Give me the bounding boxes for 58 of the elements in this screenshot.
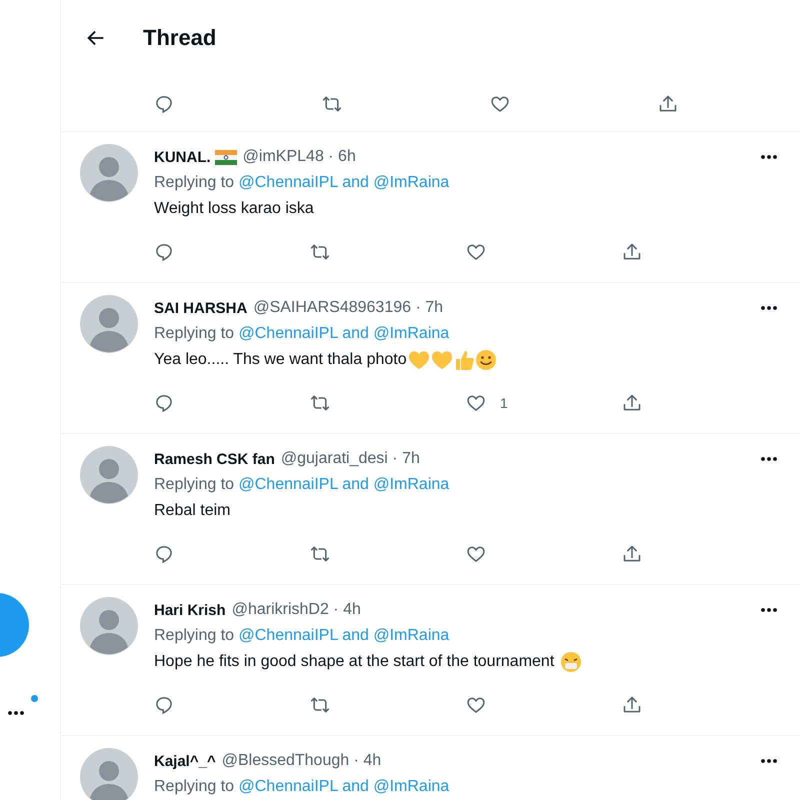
user-name[interactable]: Hari Krish [154,602,226,618]
tweet-text: Rebal teim [154,502,230,520]
avatar[interactable] [80,295,138,353]
sick-face-icon [560,651,582,673]
reply-icon[interactable] [154,242,174,262]
avatar[interactable] [80,597,138,655]
handle-and-time: @imKPL48 · 6h [242,148,356,166]
share-icon[interactable] [622,393,642,413]
retweet-icon[interactable] [310,242,330,262]
reply-icon[interactable] [154,94,174,114]
thumbs-up-icon [454,349,474,371]
tweet-text: Weight loss karao iska [154,200,314,218]
user-name[interactable]: KUNAL. [154,148,211,166]
retweet-icon[interactable] [310,544,330,564]
like-icon[interactable] [466,544,486,564]
reply-icon[interactable] [154,695,174,715]
more-icon[interactable] [760,758,778,764]
handle-and-time: @BlessedThough · 4h [222,752,382,770]
handle-and-time: @harikrishD2 · 4h [232,601,361,619]
user-name[interactable]: Kajal^_^ [154,752,216,770]
like-icon[interactable] [466,695,486,715]
reply-icon[interactable] [154,544,174,564]
retweet-icon[interactable] [310,393,330,413]
like-icon[interactable] [490,94,510,114]
like-count: 1 [500,395,508,411]
more-icon[interactable] [760,456,778,462]
share-icon[interactable] [622,544,642,564]
handle-and-time: @gujarati_desi · 7h [280,450,420,468]
reply-context: Replying to @ChennaiIPL and @ImRaina [154,325,450,343]
heart-emoji-icon [430,350,453,370]
tweet-text: Yea leo..... Ths we want thala photo [154,351,407,369]
more-icon[interactable] [760,305,778,311]
flag-icon [214,150,237,164]
tweet-text: Hope he fits in good shape at the start of the tournament [154,653,556,671]
reply-context: Replying to @ChennaiIPL and @ImRaina [154,627,450,645]
retweet-icon[interactable] [310,695,330,715]
page-title: Thread [143,25,216,51]
more-icon[interactable] [7,710,25,716]
share-icon[interactable] [622,695,642,715]
reply-context: Replying to @ChennaiIPL and @ImRaina [154,476,450,494]
user-name[interactable]: SAI HARSHA [154,300,248,316]
avatar[interactable] [80,144,138,202]
like-icon[interactable] [466,393,486,413]
reply-icon[interactable] [154,393,174,413]
like-icon[interactable] [466,242,486,262]
smile-icon [474,349,497,371]
heart-emoji-icon [408,350,430,370]
user-name[interactable]: Ramesh CSK fan [154,450,275,468]
handle-and-time: @SAIHARS48963196 · 7h [253,299,444,317]
more-icon[interactable] [760,154,778,160]
retweet-icon[interactable] [322,94,342,114]
share-icon[interactable] [622,242,642,262]
reply-context: Replying to @ChennaiIPL and @ImRaina [154,174,450,192]
more-icon[interactable] [760,607,778,613]
reply-context: Replying to @ChennaiIPL and @ImRaina [154,778,450,796]
avatar[interactable] [80,446,138,504]
share-icon[interactable] [658,94,678,114]
avatar[interactable] [80,748,138,800]
